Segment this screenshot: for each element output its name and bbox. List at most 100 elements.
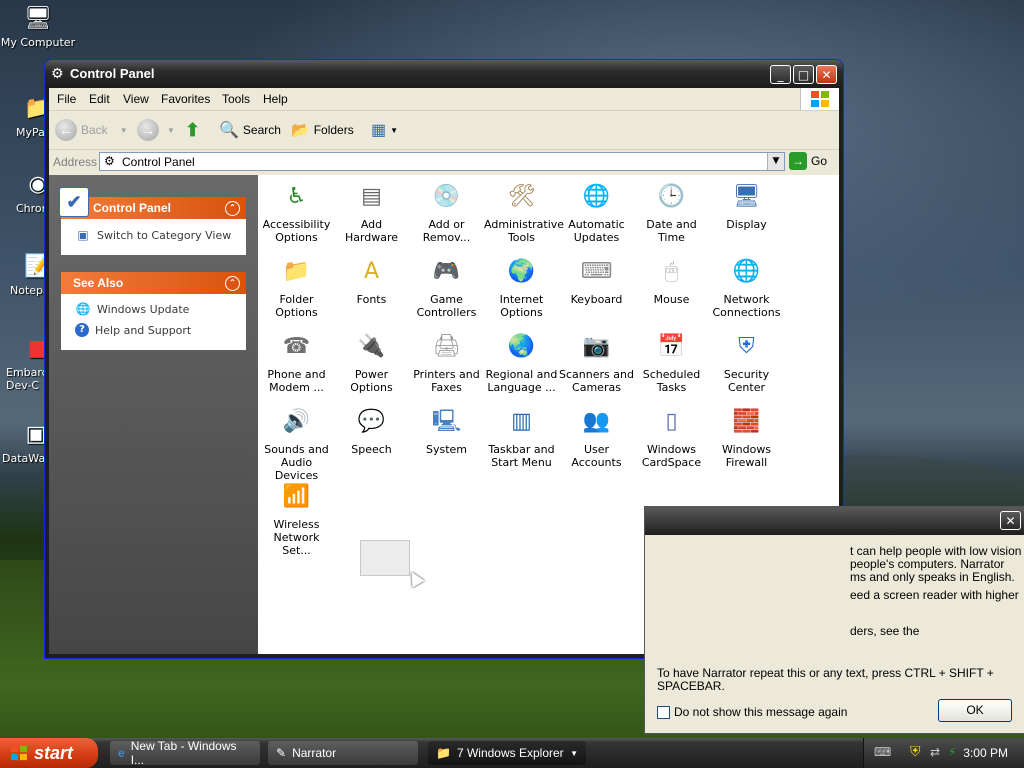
cp-item[interactable]: 📶 Wireless Network Set... [259, 477, 334, 557]
power-options-icon: 🔌 [357, 333, 386, 359]
folders-button[interactable]: 📂 Folders [291, 118, 354, 142]
cp-item-label: Mouse [653, 293, 690, 306]
cp-item[interactable]: 🖳 System [409, 402, 484, 456]
cp-item[interactable]: 🕒 Date and Time [634, 177, 709, 244]
cp-item[interactable]: 🌐 Network Connections [709, 252, 784, 319]
checkbox-box[interactable] [657, 705, 670, 719]
security-shield-icon[interactable]: ⛨ [910, 744, 921, 760]
network-tray-icon[interactable]: ⇄ [930, 745, 940, 759]
cp-item[interactable]: 🌐 Automatic Updates [559, 177, 634, 244]
cp-item[interactable]: 📷 Scanners and Cameras [559, 327, 634, 394]
windows-logo [800, 88, 839, 110]
cp-item[interactable]: ⌨ Keyboard [559, 252, 634, 306]
switch-category-view-link[interactable]: ▣ Switch to Category View [61, 219, 246, 246]
search-button[interactable]: 🔍 Search [219, 118, 281, 142]
computer-icon: 🖥 [24, 5, 52, 31]
cp-item[interactable]: 🌍 Internet Options [484, 252, 559, 319]
cp-item[interactable]: 🔊 Sounds and Audio Devices [259, 402, 334, 482]
cp-item[interactable]: 👥 User Accounts [559, 402, 634, 469]
administrative-tools-icon: 🛠 [507, 183, 536, 209]
cp-item-label: Internet Options [499, 293, 544, 319]
cp-item[interactable]: ⛨ Security Center [709, 327, 784, 394]
wireless-network-icon: 📶 [282, 483, 311, 509]
windows-update-link[interactable]: 🌐 Windows Update [61, 294, 246, 320]
system-icon: 🖳 [431, 408, 462, 434]
go-button[interactable]: → Go [789, 152, 827, 170]
cp-item[interactable]: 🖱 Mouse [634, 252, 709, 306]
menu-favorites[interactable]: Favorites [161, 92, 210, 106]
close-button[interactable]: ✕ [816, 65, 837, 84]
cp-item[interactable]: ▤ Add Hardware [334, 177, 409, 244]
narrator-text-line: ms and only speaks in English. [850, 570, 1015, 584]
safely-remove-icon[interactable]: ⚡ [948, 745, 956, 759]
keyboard-tray-icon[interactable]: ⌨ [874, 745, 891, 759]
forward-arrow-icon: → [137, 119, 159, 141]
forward-button[interactable]: → ▼ [137, 118, 175, 142]
cp-item-label: Phone and Modem ... [267, 368, 326, 394]
cp-item[interactable]: 🛠 Administrative Tools [484, 177, 565, 244]
menu-file[interactable]: File [57, 92, 76, 106]
narrator-dialog: ✕ t can help people with low vision peop… [644, 506, 1024, 734]
cp-item-label: Administrative Tools [484, 218, 565, 244]
cp-item-label: Fonts [356, 293, 387, 306]
control-panel-icon: ⚙ [51, 66, 64, 82]
narrator-title-bar[interactable]: ✕ [645, 507, 1024, 535]
regional-language-icon: 🌏 [507, 333, 536, 359]
cp-item[interactable]: A Fonts [334, 252, 409, 306]
address-bar: Address ⚙ Control Panel ▼ → Go [49, 150, 839, 174]
narrator-close-button[interactable]: ✕ [1000, 511, 1021, 530]
network-connections-icon: 🌐 [732, 258, 761, 284]
collapse-chevron-icon[interactable]: ⌃ [225, 201, 240, 216]
cp-item[interactable]: ▯ Windows CardSpace [634, 402, 709, 469]
sounds-audio-icon: 🔊 [282, 408, 311, 434]
up-button[interactable]: ⬆ [185, 118, 200, 142]
cp-item[interactable]: 🔌 Power Options [334, 327, 409, 394]
see-also-header[interactable]: See Also ⌃ [61, 272, 246, 294]
cp-item[interactable]: ☎ Phone and Modem ... [259, 327, 334, 394]
cp-item[interactable]: 💬 Speech [334, 402, 409, 456]
cp-item[interactable]: ▥ Taskbar and Start Menu [484, 402, 559, 469]
cp-item-label: Printers and Faxes [413, 368, 480, 394]
start-button[interactable]: start [0, 738, 98, 768]
maximize-button[interactable]: □ [793, 65, 814, 84]
taskbar-item-internet-explorer[interactable]: e New Tab - Windows I... [110, 739, 260, 767]
cp-item-label: Automatic Updates [568, 218, 625, 244]
back-button[interactable]: ← Back ▼ [55, 118, 128, 142]
help-support-link[interactable]: ? Help and Support [61, 320, 246, 340]
menu-edit[interactable]: Edit [89, 92, 110, 106]
cp-item[interactable]: 🎮 Game Controllers [409, 252, 484, 319]
cp-item[interactable]: 🌏 Regional and Language ... [484, 327, 559, 394]
date-time-icon: 🕒 [657, 183, 686, 209]
ok-button[interactable]: OK [938, 699, 1012, 722]
desktop-icon-my-computer[interactable]: 🖥 My Computer [0, 2, 76, 50]
minimize-button[interactable]: _ [770, 65, 791, 84]
cp-item-label: Scheduled Tasks [642, 368, 701, 394]
collapse-chevron-icon[interactable]: ⌃ [225, 276, 240, 291]
task-panel-header[interactable]: ✔ Control Panel ⌃ [59, 187, 246, 219]
narrator-text-line: eed a screen reader with higher [850, 588, 1019, 602]
address-field[interactable]: ⚙ Control Panel ▼ [99, 152, 785, 171]
cp-item[interactable]: 📁 Folder Options [259, 252, 334, 319]
cp-item[interactable]: 📅 Scheduled Tasks [634, 327, 709, 394]
taskbar-item-narrator[interactable]: ✎ Narrator [268, 741, 418, 765]
address-value: Control Panel [122, 155, 195, 169]
menu-help[interactable]: Help [263, 92, 288, 106]
clock[interactable]: 3:00 PM [963, 746, 1008, 760]
views-button[interactable]: ▦ ▼ [371, 118, 398, 142]
cp-item[interactable]: 🖥 Display [709, 177, 784, 231]
menu-tools[interactable]: Tools [222, 92, 250, 106]
cp-item[interactable]: ♿ Accessibility Options [259, 177, 334, 244]
forward-dropdown-icon[interactable]: ▼ [167, 126, 175, 135]
address-dropdown-icon[interactable]: ▼ [767, 153, 784, 170]
cp-item[interactable]: 💿 Add or Remov... [409, 177, 484, 244]
folder-options-icon: 📁 [282, 258, 311, 284]
cp-item[interactable]: 🖨 Printers and Faxes [409, 327, 484, 394]
go-arrow-icon: → [789, 152, 807, 170]
taskbar-item-windows-explorer[interactable]: 📁 7 Windows Explorer ▼ [428, 741, 586, 765]
title-bar[interactable]: ⚙ Control Panel _ □ ✕ [45, 60, 843, 88]
cp-item-label: Game Controllers [416, 293, 477, 319]
dont-show-again-checkbox[interactable]: Do not show this message again [657, 705, 847, 719]
back-dropdown-icon[interactable]: ▼ [120, 126, 128, 135]
cp-item[interactable]: 🧱 Windows Firewall [709, 402, 784, 469]
menu-view[interactable]: View [123, 92, 149, 106]
